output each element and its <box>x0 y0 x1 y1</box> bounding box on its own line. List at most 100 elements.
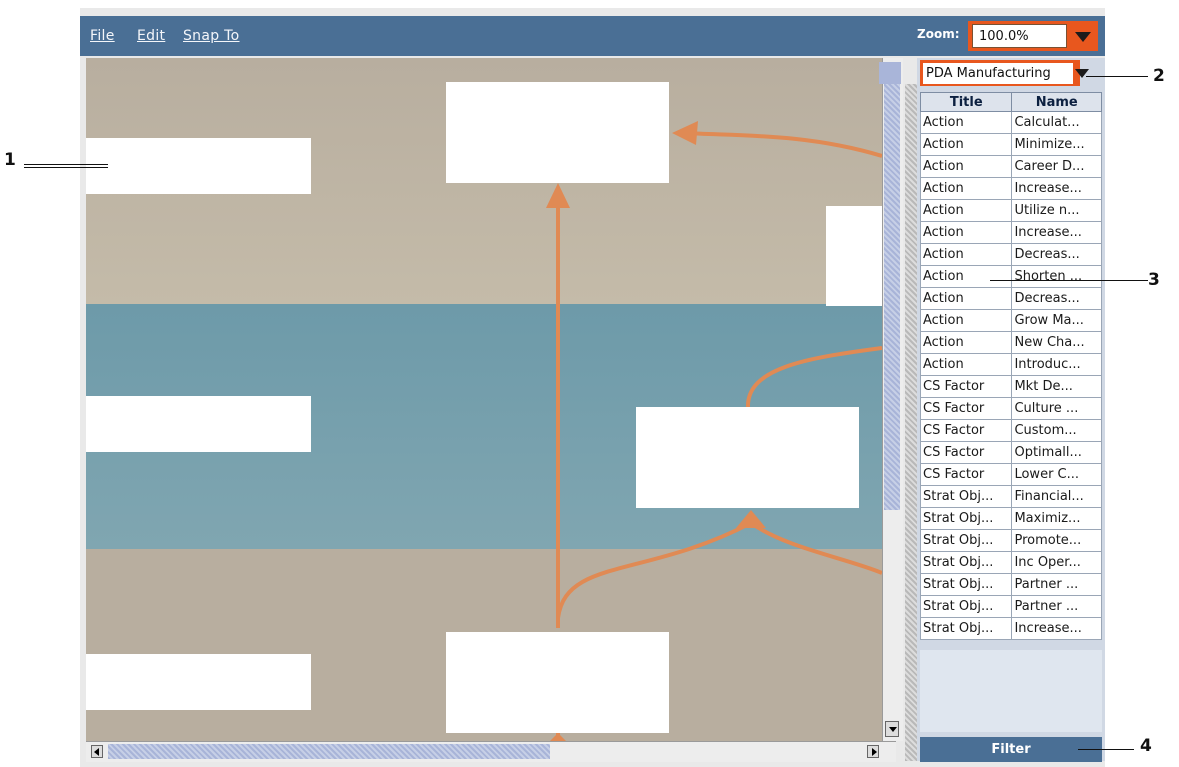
table-row[interactable]: Strat Obj... Inc Oper... <box>919 551 1102 574</box>
table-row[interactable]: Strat Obj... Partner ... <box>919 573 1102 596</box>
cell-title[interactable]: Strat Obj... <box>919 573 1013 596</box>
cell-title[interactable]: Action <box>919 243 1013 266</box>
table-row[interactable]: Action Utilize n... <box>919 199 1102 222</box>
callout-line <box>990 280 1148 281</box>
table-row[interactable]: Action Introduc... <box>919 353 1102 376</box>
cell-title[interactable]: CS Factor <box>919 375 1013 398</box>
table-row[interactable]: CS Factor Custom... <box>919 419 1102 442</box>
cell-title[interactable]: CS Factor <box>919 419 1013 442</box>
callout-line <box>1078 749 1134 750</box>
connector-bottom-left <box>556 521 752 619</box>
map-node[interactable] <box>446 632 669 733</box>
menu-edit[interactable]: Edit <box>137 28 165 44</box>
callout-number: 4 <box>1140 736 1152 756</box>
arrowhead-merge <box>736 510 766 528</box>
table-row[interactable]: Strat Obj... Promote... <box>919 529 1102 552</box>
table-row[interactable]: Action Career D... <box>919 155 1102 178</box>
cell-title[interactable]: Action <box>919 309 1013 332</box>
map-node[interactable] <box>86 138 311 194</box>
table-row[interactable]: Strat Obj... Increase... <box>919 617 1102 640</box>
cell-name[interactable]: Maximiz... <box>1011 507 1102 530</box>
cell-name[interactable]: Culture ... <box>1011 397 1102 420</box>
table-row[interactable]: CS Factor Culture ... <box>919 397 1102 420</box>
table-row[interactable]: Action Calculat... <box>919 111 1102 134</box>
table-row[interactable]: Action Grow Ma... <box>919 309 1102 332</box>
cell-title[interactable]: Action <box>919 177 1013 200</box>
menu-snap-to[interactable]: Snap To <box>183 28 240 44</box>
cell-title[interactable]: Strat Obj... <box>919 617 1013 640</box>
arrow-left-icon <box>94 748 99 756</box>
cell-title[interactable]: CS Factor <box>919 441 1013 464</box>
cell-name[interactable]: Introduc... <box>1011 353 1102 376</box>
cell-name[interactable]: Shorten ... <box>1011 265 1102 288</box>
cell-name[interactable]: New Cha... <box>1011 331 1102 354</box>
cell-title[interactable]: CS Factor <box>919 397 1013 420</box>
table-row[interactable]: CS Factor Mkt De... <box>919 375 1102 398</box>
cell-title[interactable]: Strat Obj... <box>919 595 1013 618</box>
cell-name[interactable]: Increase... <box>1011 221 1102 244</box>
table-row[interactable]: Action Shorten ... <box>919 265 1102 288</box>
menu-file[interactable]: File <box>90 28 115 44</box>
cell-title[interactable]: Strat Obj... <box>919 485 1013 508</box>
column-header-title[interactable]: Title <box>919 92 1013 112</box>
cell-title[interactable]: Strat Obj... <box>919 551 1013 574</box>
table-row[interactable]: Action Decreas... <box>919 287 1102 310</box>
column-header-name[interactable]: Name <box>1011 92 1102 112</box>
cell-name[interactable]: Career D... <box>1011 155 1102 178</box>
cell-name[interactable]: Grow Ma... <box>1011 309 1102 332</box>
map-node[interactable] <box>86 396 311 452</box>
cell-title[interactable]: Action <box>919 111 1013 134</box>
cell-name[interactable]: Financial... <box>1011 485 1102 508</box>
cell-name[interactable]: Partner ... <box>1011 573 1102 596</box>
zoom-input[interactable]: 100.0% <box>972 24 1067 48</box>
table-row[interactable]: Action New Cha... <box>919 331 1102 354</box>
cell-name[interactable]: Minimize... <box>1011 133 1102 156</box>
horizontal-scroll-thumb[interactable] <box>108 744 550 759</box>
table-row[interactable]: CS Factor Lower C... <box>919 463 1102 486</box>
cell-name[interactable]: Partner ... <box>1011 595 1102 618</box>
cell-name[interactable]: Utilize n... <box>1011 199 1102 222</box>
cell-title[interactable]: Action <box>919 353 1013 376</box>
cell-title[interactable]: Action <box>919 155 1013 178</box>
cell-title[interactable]: Action <box>919 287 1013 310</box>
table-row[interactable]: Action Increase... <box>919 221 1102 244</box>
cell-name[interactable]: Optimall... <box>1011 441 1102 464</box>
map-node[interactable] <box>446 82 669 183</box>
cell-name[interactable]: Promote... <box>1011 529 1102 552</box>
cell-name[interactable]: Inc Oper... <box>1011 551 1102 574</box>
cell-title[interactable]: Action <box>919 265 1013 288</box>
cell-name[interactable]: Custom... <box>1011 419 1102 442</box>
cell-name[interactable]: Increase... <box>1011 177 1102 200</box>
filter-button[interactable]: Filter <box>920 737 1102 762</box>
strategy-map-canvas[interactable] <box>86 58 882 741</box>
cell-name[interactable]: Mkt De... <box>1011 375 1102 398</box>
cell-name[interactable]: Decreas... <box>1011 287 1102 310</box>
table-row[interactable]: Strat Obj... Financial... <box>919 485 1102 508</box>
cell-title[interactable]: Action <box>919 331 1013 354</box>
map-node[interactable] <box>86 654 311 710</box>
table-row[interactable]: Action Minimize... <box>919 133 1102 156</box>
project-select-value[interactable]: PDA Manufacturing <box>923 63 1073 84</box>
cell-title[interactable]: Action <box>919 133 1013 156</box>
map-node[interactable] <box>636 407 859 508</box>
cell-name[interactable]: Decreas... <box>1011 243 1102 266</box>
map-node[interactable] <box>826 206 882 306</box>
table-row[interactable]: Strat Obj... Maximiz... <box>919 507 1102 530</box>
table-row[interactable]: CS Factor Optimall... <box>919 441 1102 464</box>
cell-name[interactable]: Increase... <box>1011 617 1102 640</box>
vertical-scroll-top[interactable] <box>879 62 901 84</box>
chevron-down-icon[interactable] <box>1075 32 1091 42</box>
splitter-handle[interactable] <box>905 84 917 761</box>
cell-name[interactable]: Calculat... <box>1011 111 1102 134</box>
table-row[interactable]: Strat Obj... Partner ... <box>919 595 1102 618</box>
callout-number: 3 <box>1148 270 1160 290</box>
cell-title[interactable]: Strat Obj... <box>919 529 1013 552</box>
table-row[interactable]: Action Increase... <box>919 177 1102 200</box>
cell-title[interactable]: Action <box>919 199 1013 222</box>
cell-title[interactable]: Action <box>919 221 1013 244</box>
table-row[interactable]: Action Decreas... <box>919 243 1102 266</box>
cell-title[interactable]: CS Factor <box>919 463 1013 486</box>
vertical-scroll-thumb[interactable] <box>884 84 900 510</box>
cell-title[interactable]: Strat Obj... <box>919 507 1013 530</box>
cell-name[interactable]: Lower C... <box>1011 463 1102 486</box>
